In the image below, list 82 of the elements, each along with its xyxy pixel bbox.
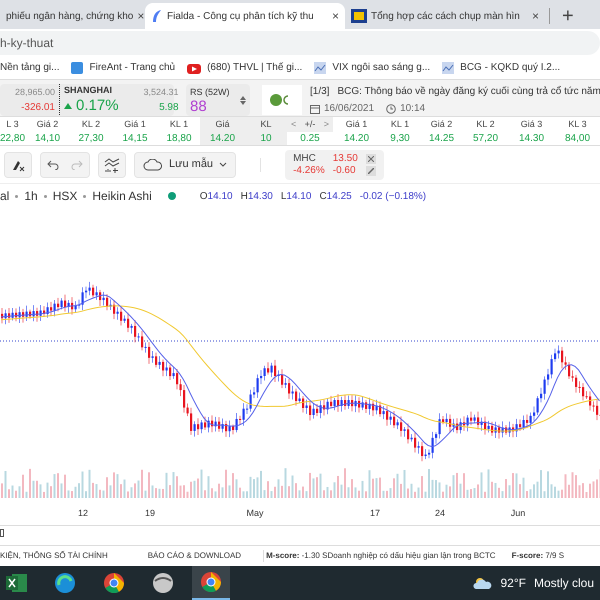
table-cell-text: 14.30 — [518, 132, 546, 145]
index-change: -326.01 — [21, 100, 55, 114]
table-cell: 10 — [245, 132, 287, 145]
column-header: Giá 3 — [520, 118, 544, 131]
table-cell-text: 14.25 — [428, 132, 456, 145]
browser-tab[interactable]: Tổng hợp các cách chụp màn hìn × — [345, 3, 545, 29]
news-date: 16/06/2021 — [324, 102, 374, 116]
chart-symbol-info: HSX — [52, 188, 78, 205]
news-time: 10:14 — [400, 102, 426, 116]
bookmark[interactable]: Nền tảng gi... — [0, 60, 60, 75]
ohlc-value: H14.30 — [240, 190, 273, 204]
news-counter: [1/3] — [310, 85, 330, 99]
close-icon[interactable]: × — [137, 7, 144, 25]
browser-tab[interactable]: Fialda - Công cụ phân tích kỹ thu × — [145, 3, 345, 29]
news-headline[interactable]: BCG: Thông báo về ngày đăng ký cuối cùng trả cổ tức năm — [337, 84, 600, 99]
table-cell: 14.20 — [200, 132, 245, 145]
index-value: 28,965.00 — [14, 86, 55, 99]
ohlc-value: O14.10 — [200, 190, 233, 204]
close-icon[interactable]: × — [332, 7, 339, 25]
ohlc-value: C14.25 — [319, 190, 352, 204]
table-cell-text: 84,00 — [564, 132, 592, 145]
tab-title: Tổng hợp các cách chụp màn hìn — [371, 10, 521, 24]
column-header: KL 2 — [80, 118, 102, 131]
table-cell-text: 14,10 — [34, 132, 62, 145]
axis-label: 24 — [435, 507, 445, 520]
chart-symbol-info: Heikin Ashi — [92, 188, 152, 205]
column-header: Giá — [200, 117, 245, 132]
price-change: -0.02 (−0.18%) — [360, 190, 426, 204]
column-header: +/- — [304, 118, 316, 131]
score-text: F-score: 7/9 S — [512, 550, 564, 562]
table-cell: 22,80 — [0, 132, 25, 145]
table-cell-text: 18,80 — [165, 132, 193, 145]
table-cell-text: 14.20 — [342, 132, 370, 145]
save-template-button[interactable]: Lưu mẫu — [134, 152, 236, 178]
rs-label: RS (52W) — [190, 86, 230, 99]
bookmark[interactable]: VIX ngôi sao sáng g... — [314, 60, 430, 75]
ohlc-value: L14.10 — [280, 190, 312, 204]
table-cell-text: 57,20 — [472, 132, 500, 145]
index-change: 5.98 — [159, 100, 179, 114]
column-header: KL 1 — [390, 118, 410, 131]
axis-label: May — [246, 507, 264, 520]
axis-label: 19 — [145, 507, 155, 520]
index-percent: 0.17% — [76, 98, 119, 114]
weather-text: Mostly clou — [534, 575, 594, 592]
chart-symbol-info: 1h — [24, 188, 38, 205]
tab-title: phiếu ngân hàng, chứng kho — [6, 10, 134, 24]
table-cell-text: 9,30 — [389, 132, 411, 145]
table-cell-text: 27,30 — [77, 132, 105, 145]
watch-change: -0.60 — [332, 164, 357, 176]
bookmark[interactable]: (680) THVL | Thế gi... — [187, 60, 302, 75]
temperature-text: 92°F — [500, 575, 526, 592]
index-value: 3,524.31 — [144, 86, 179, 99]
watch-percent: -4.26% — [293, 164, 325, 176]
column-header: L 3 — [5, 118, 20, 131]
watch-price: 13.50 — [332, 152, 358, 164]
tab-title: Fialda - Công cụ phân tích kỹ thu — [167, 10, 315, 24]
column-header: KL — [245, 117, 287, 132]
axis-label: Jun — [510, 507, 526, 520]
new-tab-button[interactable]: + — [554, 3, 582, 29]
bookmark[interactable]: FireAnt - Trang chủ — [71, 60, 176, 75]
axis-label: 17 — [370, 507, 380, 520]
score-text: M-score: -1.30 SDoanh nghiệp có dấu hiệu gian lận trong BCTC — [263, 550, 496, 562]
column-header: Giá 2 — [36, 118, 60, 131]
close-icon[interactable]: × — [532, 7, 539, 25]
table-cell-text: 0.25 — [299, 132, 321, 145]
section-tab[interactable]: BÁO CÁO & DOWNLOAD — [148, 550, 242, 562]
index-name: SHANGHAI — [64, 84, 114, 97]
browser-tab[interactable]: phiếu ngân hàng, chứng kho × — [0, 3, 145, 29]
axis-label: 12 — [78, 507, 88, 520]
rs-value: 88 — [190, 99, 208, 114]
column-header: Giá 1 — [123, 118, 147, 131]
table-cell-text: 14,15 — [121, 132, 149, 145]
address-field[interactable]: h-ky-thuat — [0, 30, 600, 54]
section-tab[interactable]: KIỆN, THÔNG SỐ TÀI CHÍNH — [0, 550, 108, 562]
column-header: KL 3 — [567, 118, 588, 131]
chart-symbol-info: al — [0, 188, 10, 205]
column-header: Giá 2 — [430, 118, 454, 131]
column-header: KL 2 — [475, 118, 496, 131]
column-header: KL 1 — [168, 118, 190, 131]
bookmark[interactable]: BCG - KQKD quý I.2... — [442, 60, 560, 75]
watch-symbol: MHC — [293, 152, 317, 164]
column-header: Giá 1 — [344, 118, 368, 131]
